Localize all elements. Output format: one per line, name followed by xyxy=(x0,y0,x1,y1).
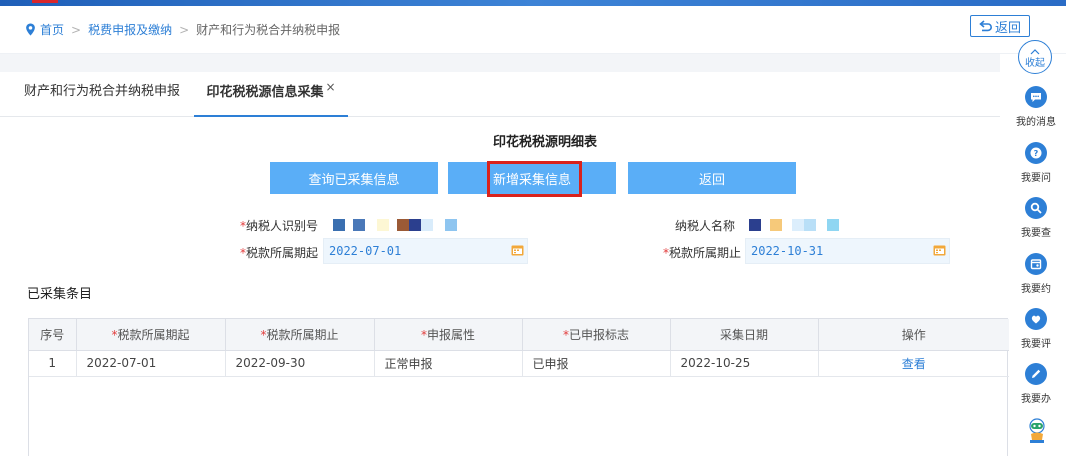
page-separator xyxy=(0,54,1000,72)
tab-stamp-tax-collection[interactable]: 印花税税源信息采集 × xyxy=(194,72,348,117)
section-title: 已采集条目 xyxy=(27,287,93,302)
taxpayer-id-label: *纳税人识别号 xyxy=(240,219,319,233)
cell-filing-attr: 正常申报 xyxy=(374,350,523,377)
col-header-filing-attr: *申报属性 xyxy=(374,319,523,351)
location-pin-icon xyxy=(26,23,35,36)
chevron-up-icon xyxy=(1030,49,1040,55)
cell-period-end: 2022-09-30 xyxy=(225,350,375,377)
query-collected-button[interactable]: 查询已采集信息 xyxy=(270,162,438,194)
col-header-period-start: *税款所属期起 xyxy=(76,319,226,351)
col-header-filed-flag: *已申报标志 xyxy=(522,319,671,351)
rate-icon xyxy=(1025,308,1047,330)
table-header-row: 序号 *税款所属期起 *税款所属期止 *申报属性 *已申报标志 采集日期 操作 xyxy=(29,319,1009,351)
sidebar-item-appointment[interactable]: 我要约 xyxy=(1006,253,1066,295)
view-link[interactable]: 查看 xyxy=(818,350,1009,377)
col-header-index: 序号 xyxy=(29,319,77,351)
brand-mark xyxy=(32,0,58,3)
new-collection-button[interactable]: 新增采集信息 xyxy=(448,162,616,194)
period-start-input[interactable]: 2022-07-01 xyxy=(323,238,528,264)
tab-property-tax-filing[interactable]: 财产和行为税合并纳税申报 xyxy=(24,72,180,117)
breadcrumb-separator-icon: > xyxy=(71,22,82,37)
cell-collect-date: 2022-10-25 xyxy=(670,350,819,377)
sidebar-item-ask[interactable]: ? 我要问 xyxy=(1006,142,1066,184)
svg-text:?: ? xyxy=(1034,149,1039,158)
breadcrumb-home[interactable]: 首页 xyxy=(40,21,64,38)
col-header-collect-date: 采集日期 xyxy=(670,319,819,351)
right-sidebar: 收起 我的消息 ? 我要问 我要查 我要约 我要评 我要办 xyxy=(1006,40,1066,456)
sidebar-item-rate[interactable]: 我要评 xyxy=(1006,308,1066,350)
cell-filed-flag: 已申报 xyxy=(522,350,671,377)
edit-icon xyxy=(1025,363,1047,385)
back-button-label: 返回 xyxy=(994,20,1021,36)
message-icon xyxy=(1025,86,1047,108)
sheet-title: 印花税税源明细表 xyxy=(492,135,597,150)
breadcrumb: 首页 > 税费申报及缴纳 > 财产和行为税合并纳税申报 xyxy=(24,21,340,38)
calendar-icon[interactable] xyxy=(511,244,524,256)
breadcrumb-bar: 首页 > 税费申报及缴纳 > 财产和行为税合并纳税申报 xyxy=(0,6,1066,54)
taxpayer-name-label: 纳税人名称 xyxy=(675,219,736,233)
col-header-action: 操作 xyxy=(818,319,1009,351)
period-end-input[interactable]: 2022-10-31 xyxy=(745,238,950,264)
cell-index: 1 xyxy=(29,350,77,377)
tab-bar: 财产和行为税合并纳税申报 印花税税源信息采集 × xyxy=(0,72,1000,117)
collapse-label: 收起 xyxy=(1025,58,1045,69)
sidebar-item-search[interactable]: 我要查 xyxy=(1006,197,1066,239)
col-header-period-end: *税款所属期止 xyxy=(225,319,375,351)
return-button[interactable]: 返回 xyxy=(628,162,796,194)
breadcrumb-current: 财产和行为税合并纳税申报 xyxy=(196,23,341,37)
breadcrumb-tax-filing[interactable]: 税费申报及缴纳 xyxy=(88,21,172,38)
appointment-icon xyxy=(1025,253,1047,275)
tab-label: 印花税税源信息采集 xyxy=(206,85,324,100)
period-start-label: *税款所属期起 xyxy=(240,246,319,260)
sidebar-item-messages[interactable]: 我的消息 xyxy=(1006,86,1066,128)
table-row: 1 2022-07-01 2022-09-30 正常申报 已申报 2022-10… xyxy=(29,350,1009,377)
search-icon xyxy=(1025,197,1047,219)
assistant-robot-icon[interactable] xyxy=(1027,418,1047,444)
back-arrow-icon xyxy=(979,20,992,32)
back-button[interactable]: 返回 xyxy=(970,15,1030,37)
period-end-label: *税款所属期止 xyxy=(663,246,742,260)
cell-period-start: 2022-07-01 xyxy=(76,350,226,377)
collected-items-table: 序号 *税款所属期起 *税款所属期止 *申报属性 *已申报标志 采集日期 操作 … xyxy=(28,318,1009,456)
breadcrumb-separator-icon: > xyxy=(179,22,190,37)
tab-close-icon[interactable]: × xyxy=(325,80,335,94)
calendar-icon[interactable] xyxy=(933,244,946,256)
collapse-button[interactable]: 收起 xyxy=(1018,40,1052,74)
question-icon: ? xyxy=(1025,142,1047,164)
tab-label: 财产和行为税合并纳税申报 xyxy=(24,84,181,99)
sidebar-item-handle[interactable]: 我要办 xyxy=(1006,363,1066,405)
